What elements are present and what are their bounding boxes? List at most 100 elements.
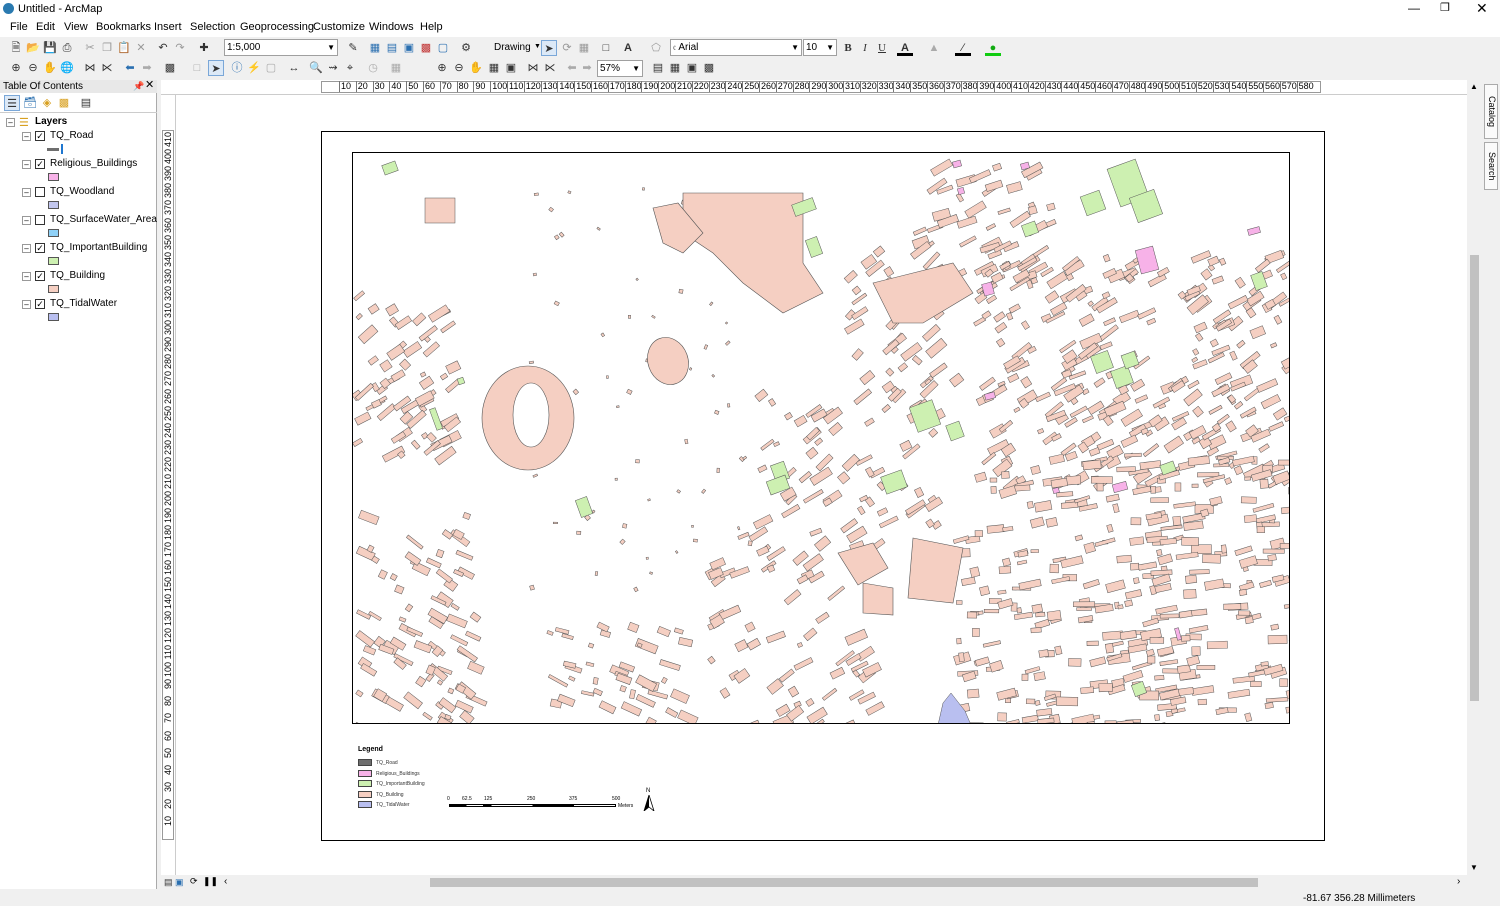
go-forward-icon[interactable]: ➡ (139, 60, 155, 76)
layout-zoom-in-icon[interactable]: ⊕ (434, 60, 450, 76)
layer-visibility-checkbox[interactable]: ✓ (35, 271, 45, 281)
layout-zoom-out-icon[interactable]: ⊖ (451, 60, 467, 76)
menu-windows[interactable]: Windows (369, 21, 414, 33)
list-by-selection-icon[interactable]: ▩ (56, 95, 72, 111)
menu-edit[interactable]: Edit (36, 21, 55, 33)
focus-data-frame-icon[interactable]: ▦ (667, 60, 683, 76)
italic-button[interactable]: I (857, 40, 873, 56)
line-color-icon[interactable]: ∕ (955, 40, 971, 56)
layer-visibility-checkbox[interactable]: ✓ (35, 299, 45, 309)
menu-view[interactable]: View (64, 21, 88, 33)
new-document-icon[interactable]: 🗎 (8, 40, 24, 56)
arctoolbox-icon[interactable]: ▩ (418, 40, 434, 56)
select-pointer-icon[interactable]: ➤ (208, 60, 224, 76)
map-data-frame[interactable] (352, 152, 1290, 724)
html-popup-icon[interactable]: ▢ (263, 60, 279, 76)
vertical-scrollbar[interactable]: ▲ ▼ (1467, 80, 1482, 875)
layer-row[interactable]: – TQ_Woodland (0, 186, 157, 214)
find-icon[interactable]: 🔍 (308, 60, 324, 76)
layout-view-icon[interactable]: ▣ (175, 877, 184, 888)
layer-row[interactable]: – ✓ TQ_Building (0, 270, 157, 298)
list-by-source-icon[interactable]: 🗃 (22, 95, 38, 111)
save-icon[interactable]: 💾 (42, 40, 58, 56)
model-builder-icon[interactable]: ⚙ (458, 40, 474, 56)
layout-fixed-zoom-in-icon[interactable]: ⋈ (525, 60, 541, 76)
layer-row[interactable]: – ✓ TQ_TidalWater (0, 298, 157, 326)
select-elements-icon[interactable]: ➤ (541, 40, 557, 56)
undo-icon[interactable]: ↶ (155, 40, 171, 56)
zoom-whole-page-icon[interactable]: ▦ (486, 60, 502, 76)
font-size-combo[interactable]: 10 ▼ (803, 39, 837, 56)
menu-selection[interactable]: Selection (190, 21, 235, 33)
map-legend[interactable]: Legend TQ_Road Religious_Buildings TQ_Impo… (357, 746, 447, 816)
editor-toolbar-icon[interactable]: ✎ (345, 40, 361, 56)
font-name-combo[interactable]: 𝔠 Arial ▼ (670, 39, 802, 56)
layer-collapse-icon[interactable]: – (22, 244, 31, 253)
bold-button[interactable]: B (840, 40, 856, 56)
minimize-icon[interactable]: — (1408, 1, 1420, 15)
python-window-icon[interactable]: ▢ (435, 40, 451, 56)
menu-help[interactable]: Help (420, 21, 443, 33)
time-slider-icon[interactable]: ◷ (365, 60, 381, 76)
layout-back-icon[interactable]: ⬅ (564, 60, 580, 76)
layers-root[interactable]: – ☰ Layers (0, 116, 157, 130)
menu-geoprocessing[interactable]: Geoprocessing (240, 21, 314, 33)
maximize-icon[interactable]: ❐ (1440, 1, 1450, 14)
go-back-icon[interactable]: ⬅ (122, 60, 138, 76)
font-color-icon[interactable]: A (897, 40, 913, 56)
paste-icon[interactable]: 📋 (116, 40, 132, 56)
toc-options-icon[interactable]: ▤ (78, 95, 94, 111)
print-icon[interactable]: ⎙ (59, 40, 75, 56)
edit-vertices-icon[interactable]: ⬠ (648, 40, 664, 56)
fixed-zoom-in-icon[interactable]: ⋈ (82, 60, 98, 76)
list-by-drawing-order-icon[interactable]: ☰ (4, 95, 20, 111)
cut-icon[interactable]: ✂ (82, 40, 98, 56)
scroll-up-icon[interactable]: ▲ (1470, 82, 1478, 91)
rectangle-tool-icon[interactable]: □ (598, 40, 614, 56)
toc-close-icon[interactable]: ✕ (145, 79, 154, 92)
rotate-icon[interactable]: ⟳ (559, 40, 575, 56)
layer-collapse-icon[interactable]: – (22, 188, 31, 197)
drawing-menu[interactable]: Drawing (494, 42, 531, 53)
measure-icon[interactable]: ↔ (286, 60, 302, 76)
change-layout-icon[interactable]: ▣ (684, 60, 700, 76)
fixed-zoom-out-icon[interactable]: ⋉ (99, 60, 115, 76)
map-scale-combo[interactable]: 1:5,000 ▼ (224, 39, 338, 56)
underline-button[interactable]: U (874, 40, 890, 56)
table-of-contents-window-icon[interactable]: ▦ (367, 40, 383, 56)
data-driven-pages-icon[interactable]: ▩ (701, 60, 717, 76)
layer-visibility-checkbox[interactable]: ✓ (35, 159, 45, 169)
collapse-icon[interactable]: – (6, 118, 15, 127)
add-data-icon[interactable]: ✚ (196, 40, 212, 56)
copy-icon[interactable]: ❐ (99, 40, 115, 56)
catalog-window-icon[interactable]: ▤ (384, 40, 400, 56)
scale-bar[interactable]: 0 62.5 125 250 375 500 Meters (446, 794, 646, 814)
create-viewer-icon[interactable]: ▦ (388, 60, 404, 76)
marker-color-icon[interactable]: ● (985, 40, 1001, 56)
open-icon[interactable]: 📂 (25, 40, 41, 56)
layer-collapse-icon[interactable]: – (22, 160, 31, 169)
toggle-draft-mode-icon[interactable]: ▤ (650, 60, 666, 76)
pause-drawing-icon[interactable]: ❚❚ (203, 876, 218, 887)
search-tab[interactable]: Search (1484, 142, 1498, 190)
layer-row[interactable]: – ✓ TQ_Road (0, 130, 157, 158)
pin-icon[interactable]: 📌 (133, 80, 144, 93)
zoom-in-icon[interactable]: ⊕ (8, 60, 24, 76)
zoom-out-icon[interactable]: ⊖ (25, 60, 41, 76)
search-window-icon[interactable]: ▣ (401, 40, 417, 56)
list-by-visibility-icon[interactable]: ◈ (39, 95, 55, 111)
layer-visibility-checkbox[interactable]: ✓ (35, 243, 45, 253)
layer-visibility-checkbox[interactable] (35, 215, 45, 225)
vertical-scroll-thumb[interactable] (1470, 255, 1479, 701)
layer-collapse-icon[interactable]: – (22, 216, 31, 225)
layout-forward-icon[interactable]: ➡ (579, 60, 595, 76)
menu-insert[interactable]: Insert (154, 21, 182, 33)
pan-icon[interactable]: ✋ (42, 60, 58, 76)
scroll-left-icon[interactable]: ‹ (224, 876, 227, 887)
full-extent-icon[interactable]: 🌐 (59, 60, 75, 76)
layer-collapse-icon[interactable]: – (22, 132, 31, 141)
refresh-icon[interactable]: ⟳ (190, 876, 198, 887)
horizontal-scroll-thumb[interactable] (430, 878, 1258, 887)
hyperlink-icon[interactable]: ⚡ (246, 60, 262, 76)
layout-zoom-combo[interactable]: 57% ▼ (597, 60, 643, 77)
